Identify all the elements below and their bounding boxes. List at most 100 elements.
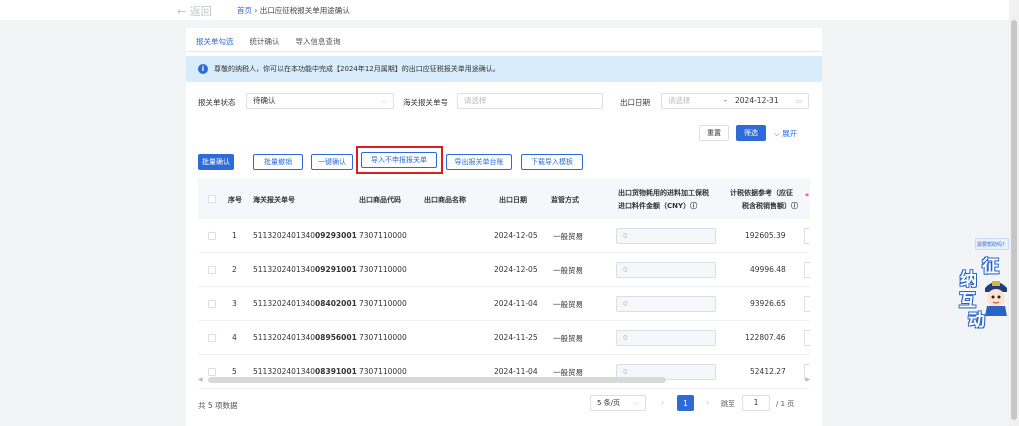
- one-click-confirm-button[interactable]: 一键确认: [311, 154, 353, 170]
- breadcrumb-separator: ›: [254, 6, 258, 15]
- scroll-right-icon[interactable]: ▶: [805, 376, 810, 383]
- row-seq: 3: [232, 299, 237, 308]
- scrollbar-thumb[interactable]: [208, 377, 666, 383]
- row-seq: 4: [232, 333, 237, 342]
- batch-confirm-button[interactable]: 批量确认: [198, 154, 234, 170]
- row-checkbox[interactable]: [208, 368, 216, 376]
- row-tax-basis: 192605.39: [745, 231, 786, 240]
- batch-revoke-button[interactable]: 批量撤销: [253, 154, 303, 170]
- calendar-icon: ▭: [795, 97, 802, 105]
- select-all-checkbox[interactable]: [208, 195, 216, 203]
- info-icon: i: [198, 64, 208, 74]
- row-extra-input[interactable]: [804, 296, 810, 312]
- customs-no-placeholder: 请选择: [464, 96, 487, 105]
- vertical-scrollbar[interactable]: [1009, 0, 1019, 426]
- table-row: 1 511320240134009293001 7307110000 2024-…: [198, 219, 810, 253]
- mascot-char: 征: [982, 257, 999, 277]
- row-checkbox[interactable]: [208, 300, 216, 308]
- row-seq: 2: [232, 265, 237, 274]
- row-customs-no[interactable]: 511320240134008391001: [253, 367, 357, 376]
- row-checkbox[interactable]: [208, 334, 216, 342]
- header-product-code: 出口商品代码: [359, 196, 401, 204]
- export-date-label: 出口日期: [620, 98, 650, 107]
- chevron-down-icon: ⌵: [633, 399, 639, 407]
- row-customs-no[interactable]: 511320240134009291001: [253, 265, 357, 274]
- required-mark: *: [805, 192, 809, 201]
- header-export-date: 出口日期: [499, 196, 527, 204]
- date-end-value: 2024-12-31: [735, 96, 779, 105]
- breadcrumb-home[interactable]: 首页: [237, 6, 252, 15]
- download-template-button[interactable]: 下载导入模板: [521, 154, 583, 170]
- row-product-code: 7307110000: [359, 231, 407, 240]
- row-product-code: 7307110000: [359, 333, 407, 342]
- row-seq: 1: [232, 231, 237, 240]
- highlight-box: [356, 146, 443, 174]
- row-product-code: 7307110000: [359, 265, 407, 274]
- customs-no-input[interactable]: 请选择: [457, 93, 603, 109]
- header-customs-no: 海关报关单号: [253, 196, 295, 204]
- row-export-date: 2024-11-04: [494, 299, 538, 308]
- row-customs-no[interactable]: 511320240134009293001: [253, 231, 357, 240]
- header-supervision: 监管方式: [551, 196, 579, 204]
- tab-divider: [186, 51, 822, 52]
- row-export-date: 2024-11-25: [494, 333, 538, 342]
- row-customs-no[interactable]: 511320240134008956001: [253, 333, 357, 342]
- row-product-code: 7307110000: [359, 299, 407, 308]
- row-supervision: 一般贸易: [553, 334, 583, 343]
- row-supervision: 一般贸易: [553, 232, 583, 241]
- mascot-widget[interactable]: 征 纳 互 动: [955, 252, 1009, 334]
- top-bar: ← 返回 首页 › 出口应征税报关单用途确认: [0, 0, 1019, 20]
- horizontal-scrollbar[interactable]: ◀ ▶: [198, 376, 810, 384]
- notice-text: 尊敬的纳税人，你可以在本功能中完成【2024年12月属期】的出口应征税报关单用途…: [214, 65, 500, 73]
- row-amount-input[interactable]: 0: [616, 228, 716, 244]
- status-select[interactable]: 待确认 ⌵: [246, 93, 394, 109]
- tab-bar: 报关单勾选 统计确认 导入信息查询: [196, 36, 341, 52]
- row-seq: 5: [232, 367, 237, 376]
- jump-input[interactable]: 1: [742, 395, 770, 411]
- row-product-code: 7307110000: [359, 367, 407, 376]
- expand-toggle[interactable]: ⌵ 展开: [774, 128, 797, 139]
- row-supervision: 一般贸易: [553, 300, 583, 309]
- row-checkbox[interactable]: [208, 232, 216, 240]
- row-amount-input[interactable]: 0: [616, 296, 716, 312]
- total-count: 共 5 项数据: [198, 401, 238, 410]
- row-checkbox[interactable]: [208, 266, 216, 274]
- table-row: 4 511320240134008956001 7307110000 2024-…: [198, 321, 810, 355]
- reset-button[interactable]: 重置: [699, 125, 729, 141]
- back-button[interactable]: ← 返回: [177, 3, 212, 19]
- page-number-current[interactable]: 1: [677, 395, 694, 411]
- help-button[interactable]: 需要帮助吗？: [975, 238, 1009, 250]
- status-label: 报关单状态: [198, 98, 236, 107]
- page-size-select[interactable]: 5 条/页 ⌵: [590, 395, 646, 411]
- date-range-picker[interactable]: 请选择 - 2024-12-31 ▭: [661, 93, 809, 109]
- table-header: 序号 海关报关单号 出口商品代码 出口商品名称 出口日期 监管方式 出口货物耗用…: [198, 178, 810, 219]
- row-amount-input[interactable]: 0: [616, 330, 716, 346]
- tab-statistics-confirm[interactable]: 统计确认: [250, 36, 280, 52]
- export-ledger-button[interactable]: 导出报关单台账: [446, 154, 512, 170]
- row-amount-input[interactable]: 0: [616, 262, 716, 278]
- header-tax-basis-1: 计税依据参考（应征: [730, 189, 793, 197]
- customs-no-label: 海关报关单号: [403, 98, 448, 107]
- mascot-icon: [985, 281, 1007, 316]
- row-tax-basis: 49996.48: [750, 265, 786, 274]
- row-export-date: 2024-12-05: [494, 265, 538, 274]
- tab-declaration-select[interactable]: 报关单勾选: [196, 36, 234, 52]
- date-start-placeholder: 请选择: [668, 96, 691, 105]
- chevron-down-icon: ⌵: [774, 129, 783, 138]
- row-customs-no[interactable]: 511320240134008402001: [253, 299, 357, 308]
- row-extra-input[interactable]: [804, 262, 810, 278]
- breadcrumb: 首页 › 出口应征税报关单用途确认: [237, 5, 350, 16]
- tab-import-query[interactable]: 导入信息查询: [296, 36, 341, 52]
- prev-page-icon[interactable]: ‹: [661, 398, 664, 407]
- header-import-amount-2: 进口料件金额（CNY）ⓘ: [618, 202, 698, 210]
- table-row: 2 511320240134009291001 7307110000 2024-…: [198, 253, 810, 287]
- scroll-left-icon[interactable]: ◀: [198, 376, 203, 383]
- row-extra-input[interactable]: [804, 228, 810, 244]
- next-page-icon[interactable]: ›: [706, 398, 709, 407]
- filter-button[interactable]: 筛选: [736, 125, 766, 141]
- row-extra-input[interactable]: [804, 330, 810, 346]
- vertical-scrollbar-thumb[interactable]: [1011, 20, 1017, 420]
- table-row: 3 511320240134008402001 7307110000 2024-…: [198, 287, 810, 321]
- header-import-amount-1: 出口货物耗用的进料加工保税: [618, 189, 709, 197]
- row-tax-basis: 52412.27: [750, 367, 786, 376]
